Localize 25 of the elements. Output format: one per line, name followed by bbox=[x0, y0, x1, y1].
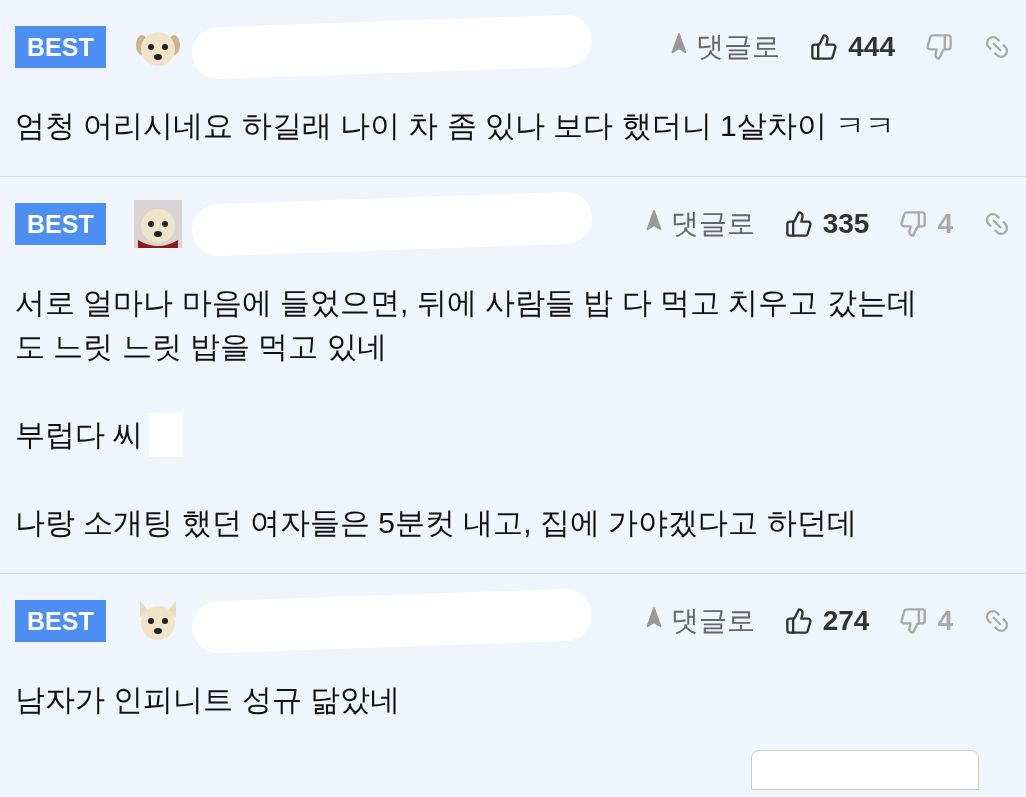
thumbs-up-icon bbox=[784, 210, 813, 238]
reply-button[interactable]: 댓글로 bbox=[642, 203, 755, 245]
best-badge: BEST bbox=[15, 203, 106, 245]
comment-text: 서로 얼마나 마음에 들었으면, 뒤에 사람들 밥 다 먹고 치우고 갔는데도 느릿 느릿 밥을 먹고 있네 bbox=[15, 285, 918, 365]
thumbs-down-icon bbox=[925, 33, 953, 61]
thumbs-up-icon bbox=[784, 607, 813, 635]
comment-text: 나랑 소개팅 했던 여자들은 5분컷 내고, 집에 가야겠다고 하던데 bbox=[15, 505, 857, 541]
dislike-button[interactable] bbox=[925, 33, 953, 61]
link-button[interactable] bbox=[983, 607, 1011, 635]
thumbs-up-icon bbox=[810, 33, 839, 61]
avatar-icon bbox=[133, 200, 182, 248]
best-badge: BEST bbox=[15, 26, 106, 68]
like-button[interactable]: 444 bbox=[810, 26, 895, 68]
comment-text: 남자가 인피니트 성규 닮았네 bbox=[15, 682, 400, 718]
like-button[interactable]: 274 bbox=[784, 600, 870, 642]
thumbs-down-icon bbox=[899, 210, 928, 238]
best-badge: BEST bbox=[15, 600, 106, 642]
link-button[interactable] bbox=[983, 210, 1011, 238]
reply-button[interactable]: 댓글로 bbox=[668, 26, 781, 68]
comment-text: 부럽다 씨 bbox=[15, 417, 144, 453]
link-button[interactable] bbox=[983, 33, 1011, 61]
thumbs-down-icon bbox=[899, 607, 928, 635]
comment-text: 엄청 어리시네요 하길래 나이 차 좀 있나 보다 했더니 1살차이 ㅋㅋ bbox=[15, 108, 896, 144]
like-button[interactable]: 335 bbox=[784, 203, 870, 245]
reply-button[interactable]: 댓글로 bbox=[642, 600, 755, 642]
